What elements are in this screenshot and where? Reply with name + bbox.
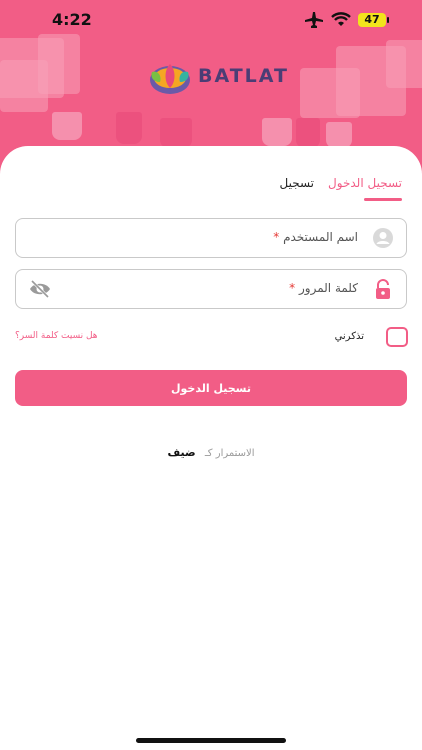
username-label: اسم المستخدم *	[273, 230, 358, 244]
password-label: كلمة المرور *	[289, 281, 358, 295]
forgot-password-link[interactable]: هل نسيت كلمة السر؟	[15, 331, 98, 341]
brand-name: BATLAT	[198, 65, 289, 87]
required-mark: *	[289, 281, 296, 295]
username-label-text: اسم المستخدم	[283, 230, 358, 244]
eye-off-icon[interactable]	[28, 279, 52, 299]
required-mark: *	[273, 230, 280, 244]
active-tab-indicator	[364, 198, 402, 201]
guest-link[interactable]: ضيف	[167, 446, 195, 459]
decor-bag	[160, 118, 192, 148]
status-bar: 4:22 47	[0, 0, 422, 42]
decor-bag	[326, 122, 352, 148]
home-indicator[interactable]	[136, 738, 286, 743]
brand-logo: BATLAT	[146, 60, 289, 96]
decor-bag	[262, 118, 292, 146]
tab-register[interactable]: تسجيل	[280, 176, 315, 190]
tab-login[interactable]: تسجيل الدخول	[328, 176, 402, 190]
user-icon	[372, 227, 394, 249]
username-field[interactable]: اسم المستخدم *	[15, 218, 407, 258]
logo-mark-icon	[150, 64, 190, 94]
decor-bag	[52, 112, 82, 140]
battery-icon: 47	[358, 13, 389, 27]
status-time: 4:22	[52, 10, 92, 29]
guest-row: الاستمرار كـ ضيف	[0, 446, 422, 459]
airplane-icon	[305, 12, 323, 32]
wifi-icon	[331, 12, 351, 31]
decor-bag	[296, 118, 320, 148]
guest-prefix: الاستمرار كـ	[204, 448, 255, 459]
password-field[interactable]: كلمة المرور *	[15, 269, 407, 309]
decor-bag	[116, 112, 142, 144]
password-label-text: كلمة المرور	[298, 281, 358, 295]
decor-card	[0, 60, 48, 112]
decor-card	[386, 40, 422, 88]
remember-checkbox[interactable]	[386, 327, 408, 347]
lock-icon	[372, 278, 394, 300]
login-button[interactable]: تسجيل الدخول	[15, 370, 407, 406]
remember-label: تذكرني	[334, 331, 364, 342]
